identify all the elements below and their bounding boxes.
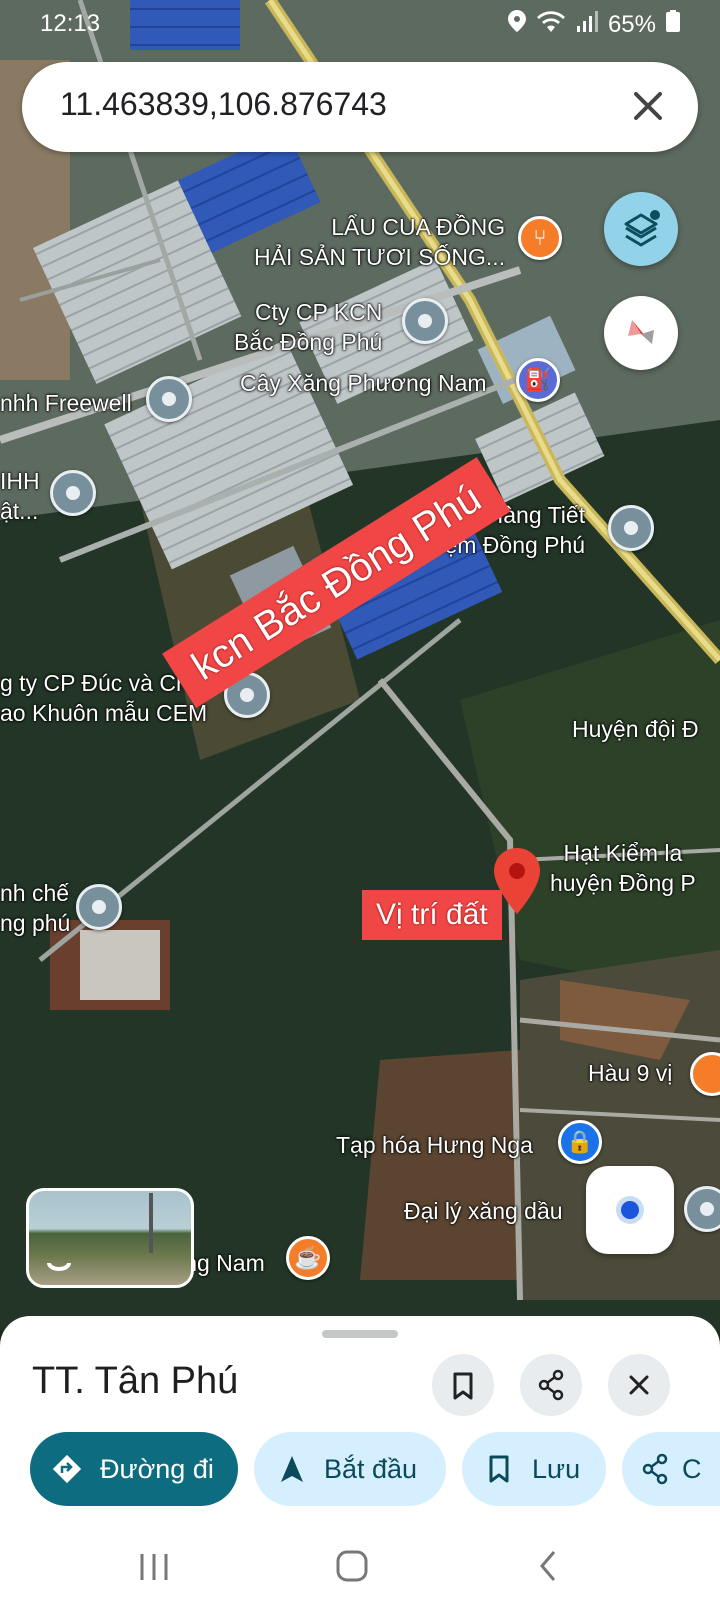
save-label: Lưu	[532, 1453, 581, 1484]
share-label: C	[682, 1453, 702, 1484]
place-label[interactable]: Tạp hóa Hưng Nga	[336, 1130, 533, 1160]
place-pin-icon[interactable]	[76, 884, 122, 930]
directions-icon	[52, 1454, 82, 1484]
clear-search-icon[interactable]	[626, 84, 670, 128]
home-icon[interactable]	[334, 1548, 370, 1589]
place-pin-icon[interactable]	[402, 298, 448, 344]
place-pin-icon[interactable]	[146, 376, 192, 422]
status-bar: 12:13 65%	[0, 8, 720, 42]
share-place-button[interactable]	[520, 1354, 582, 1416]
place-label[interactable]: Đại lý xăng dầu	[404, 1196, 563, 1226]
share-button[interactable]: C	[622, 1432, 720, 1506]
directions-label: Đường đi	[100, 1453, 214, 1484]
start-button[interactable]: Bắt đầu	[254, 1432, 446, 1506]
signal-icon	[576, 10, 598, 39]
place-label[interactable]: Cây Xăng Phương Nam	[240, 368, 487, 398]
close-sheet-button[interactable]	[608, 1354, 670, 1416]
share-icon	[538, 1369, 564, 1401]
place-pin-icon[interactable]	[50, 470, 96, 516]
save-button[interactable]: Lưu	[462, 1432, 606, 1506]
map-view[interactable]: 12:13 65% 11.463839,106.876743 LẨU CUA Đ…	[0, 0, 720, 1330]
place-bottom-sheet[interactable]: TT. Tân Phú Đường đi Bắt đầu Lưu C	[0, 1316, 720, 1605]
bookmark-icon	[489, 1455, 509, 1483]
place-label[interactable]: nhh Freewell	[0, 388, 132, 418]
my-location-icon	[616, 1196, 644, 1224]
save-place-button[interactable]	[432, 1354, 494, 1416]
bookmark-icon	[453, 1372, 473, 1400]
cafe-icon[interactable]: ☕	[286, 1236, 330, 1280]
location-annotation: Vị trí đất	[362, 890, 502, 940]
close-icon	[629, 1375, 649, 1395]
place-label[interactable]: IHH ật...	[0, 466, 40, 526]
start-label: Bắt đầu	[324, 1453, 418, 1484]
location-icon	[507, 10, 526, 39]
place-label[interactable]: Cty CP KCN Bắc Đồng Phú	[234, 297, 382, 357]
street-view-thumbnail[interactable]	[26, 1188, 194, 1288]
battery-level: 65%	[607, 10, 656, 38]
back-icon[interactable]	[534, 1548, 564, 1589]
wifi-icon	[536, 10, 566, 39]
status-time: 12:13	[40, 10, 101, 37]
compass-button[interactable]	[604, 296, 678, 370]
place-pin-icon[interactable]	[608, 505, 654, 551]
street-view-rotate-icon	[47, 1193, 153, 1271]
compass-icon	[628, 320, 654, 344]
navigation-arrow-icon	[281, 1456, 303, 1482]
restaurant-icon[interactable]: ⑂	[518, 216, 562, 260]
recent-apps-icon[interactable]	[134, 1550, 174, 1589]
place-label[interactable]: nh chế ng phú	[0, 878, 70, 938]
place-label[interactable]: Huyện đội Đ	[572, 714, 699, 744]
gas-station-icon[interactable]: ⛽	[516, 358, 560, 402]
layers-icon	[624, 210, 660, 247]
search-query[interactable]: 11.463839,106.876743	[60, 86, 387, 123]
directions-button[interactable]: Đường đi	[30, 1432, 238, 1506]
search-bar[interactable]: 11.463839,106.876743	[22, 62, 698, 152]
sheet-drag-handle[interactable]	[322, 1330, 398, 1338]
place-label[interactable]: Hạt Kiểm la huyện Đồng P	[550, 838, 696, 898]
layers-button[interactable]	[604, 192, 678, 266]
battery-icon	[666, 10, 680, 39]
place-label[interactable]: LẨU CUA ĐỒNG HẢI SẢN TƯƠI SỐNG...	[254, 212, 505, 272]
share-icon	[642, 1453, 668, 1485]
place-title: TT. Tân Phú	[32, 1360, 239, 1402]
system-navigation-bar	[0, 1536, 720, 1605]
place-label[interactable]: Hàu 9 vị	[588, 1058, 672, 1088]
shop-icon[interactable]: 🔒	[558, 1120, 602, 1164]
my-location-button[interactable]	[586, 1166, 674, 1254]
